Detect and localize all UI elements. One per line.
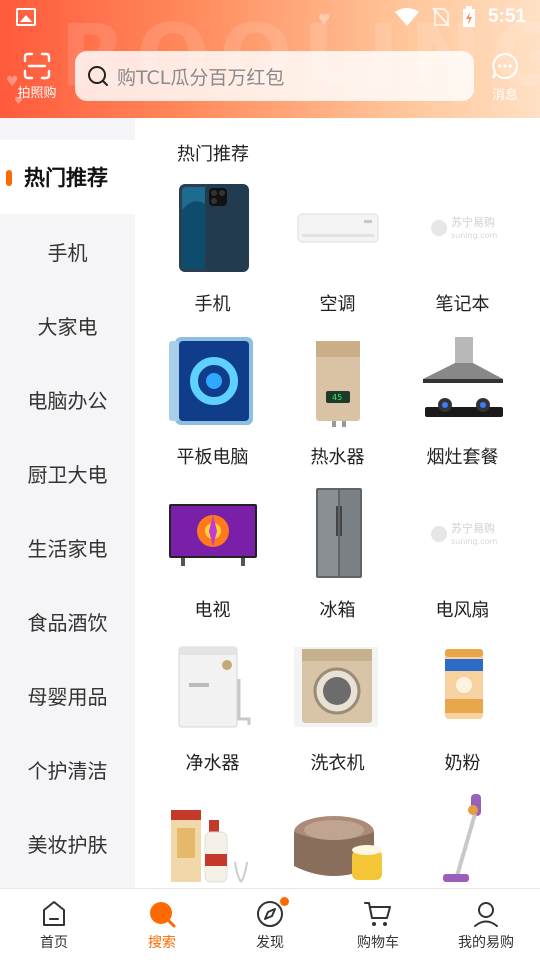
category-item[interactable]	[400, 792, 525, 888]
section-title: 热门推荐	[177, 144, 249, 165]
nav-cart[interactable]: 购物车	[324, 889, 432, 960]
category-item[interactable]: 烟灶套餐	[400, 333, 525, 486]
message-label: 消息	[491, 88, 518, 103]
placeholder-logo-cn: 苏宁易购	[451, 521, 495, 535]
category-label: 电风扇	[435, 600, 490, 621]
category-item[interactable]	[150, 792, 275, 888]
sidebar-item[interactable]: 个护清洁	[0, 732, 135, 806]
vacuum-image	[442, 794, 481, 882]
phone-image	[178, 184, 249, 272]
tv-image	[168, 504, 257, 566]
category-grid: 手机 空调 苏宁易购 suning.com 笔记本 平板电脑 45 热水器 烟灶…	[150, 180, 525, 888]
sidebar-item-label: 热门推荐	[24, 166, 108, 190]
liquor-image	[170, 810, 248, 883]
nav-home[interactable]: 首页	[0, 889, 108, 960]
fridge-image	[315, 488, 362, 578]
gallery-icon	[16, 8, 36, 26]
sidebar-item[interactable]: 生活家电	[0, 510, 135, 584]
water-purifier-image	[178, 646, 250, 728]
cart-icon	[364, 902, 391, 926]
sidebar-item[interactable]: 厨卫大电	[0, 436, 135, 510]
status-time: 5:51	[487, 6, 526, 27]
category-label: 空调	[319, 294, 356, 315]
category-item[interactable]: 奶粉	[400, 639, 525, 792]
category-item[interactable]: 洗衣机	[275, 639, 400, 792]
message-bubble-icon	[492, 52, 518, 79]
search-input[interactable]: 购TCL瓜分百万红包	[75, 51, 474, 101]
rice-cooker-image	[293, 816, 382, 880]
photo-buy-label: 拍照购	[17, 86, 57, 101]
category-sidebar: 热门推荐 手机 大家电 电脑办公 厨卫大电 生活家电 食品酒饮 母婴用品 个护清…	[0, 118, 135, 888]
category-label: 平板电脑	[176, 447, 249, 468]
bottom-nav: 首页 搜索 发现 购物车 我的易购	[0, 888, 540, 960]
range-hood-image	[422, 337, 503, 417]
sidebar-item-hot[interactable]: 热门推荐	[0, 140, 135, 214]
sidebar-item[interactable]: 母婴用品	[0, 658, 135, 732]
sidebar-item[interactable]: 手机	[0, 214, 135, 288]
tablet-image	[168, 337, 253, 425]
category-item[interactable]: 手机	[150, 180, 275, 333]
category-label: 净水器	[185, 753, 240, 774]
nav-label: 搜索	[148, 935, 176, 951]
nav-discover[interactable]: 发现	[216, 889, 324, 960]
category-item[interactable]: 苏宁易购 suning.com 电风扇	[400, 486, 525, 639]
category-label: 笔记本	[435, 294, 490, 315]
category-item[interactable]: 平板电脑	[150, 333, 275, 486]
category-label: 洗衣机	[310, 753, 365, 774]
air-conditioner-image	[297, 213, 378, 243]
nav-search[interactable]: 搜索	[108, 889, 216, 960]
search-placeholder: 购TCL瓜分百万红包	[117, 66, 285, 89]
nav-label: 购物车	[357, 935, 399, 951]
category-content: 热门推荐 手机 空调 苏宁易购 suning.com 笔记本 平板电脑 45 热…	[135, 118, 540, 888]
category-item[interactable]: 净水器	[150, 639, 275, 792]
nav-label: 我的易购	[458, 935, 514, 951]
category-item[interactable]	[275, 792, 400, 888]
sidebar-item[interactable]: 大家电	[0, 288, 135, 362]
search-filled-icon	[150, 902, 176, 928]
message-button[interactable]: 消息	[478, 52, 532, 106]
placeholder-logo-cn: 苏宁易购	[451, 215, 495, 229]
category-item[interactable]: 电视	[150, 486, 275, 639]
category-label: 奶粉	[444, 753, 481, 774]
category-item[interactable]: 45 热水器	[275, 333, 400, 486]
nav-label: 发现	[256, 935, 284, 951]
category-label: 冰箱	[319, 600, 356, 621]
water-heater-image: 45	[315, 341, 360, 427]
svg-text:45: 45	[332, 393, 342, 402]
sidebar-item[interactable]: 电脑办公	[0, 362, 135, 436]
category-item[interactable]: 冰箱	[275, 486, 400, 639]
photo-buy-button[interactable]: 拍照购	[10, 52, 64, 106]
category-item[interactable]: 空调	[275, 180, 400, 333]
washing-machine-image	[293, 647, 378, 727]
wifi-icon	[394, 8, 419, 26]
category-item[interactable]: 苏宁易购 suning.com 笔记本	[400, 180, 525, 333]
category-label: 热水器	[310, 447, 365, 468]
scan-camera-icon	[23, 52, 51, 80]
suning-placeholder-image: 苏宁易购 suning.com	[430, 215, 498, 240]
sidebar-item[interactable]: 美妆护肤	[0, 806, 135, 880]
category-label: 手机	[194, 294, 231, 315]
placeholder-logo-en: suning.com	[451, 231, 498, 240]
notification-dot	[279, 897, 289, 906]
battery-charging-icon	[462, 6, 475, 27]
placeholder-logo-en: suning.com	[451, 537, 498, 546]
category-label: 电视	[194, 600, 231, 621]
milk-powder-image	[444, 649, 483, 719]
search-icon	[88, 66, 108, 86]
sidebar-item[interactable]: 食品酒饮	[0, 584, 135, 658]
suning-placeholder-image: 苏宁易购 suning.com	[430, 521, 498, 546]
category-label: 烟灶套餐	[426, 447, 499, 468]
home-icon	[43, 901, 65, 926]
nav-account[interactable]: 我的易购	[432, 889, 540, 960]
user-icon	[474, 902, 498, 927]
sidebar-list: 手机 大家电 电脑办公 厨卫大电 生活家电 食品酒饮 母婴用品 个护清洁 美妆护…	[0, 214, 135, 880]
no-sim-icon	[432, 7, 450, 27]
status-bar: 5:51	[0, 0, 540, 36]
nav-label: 首页	[40, 935, 68, 951]
